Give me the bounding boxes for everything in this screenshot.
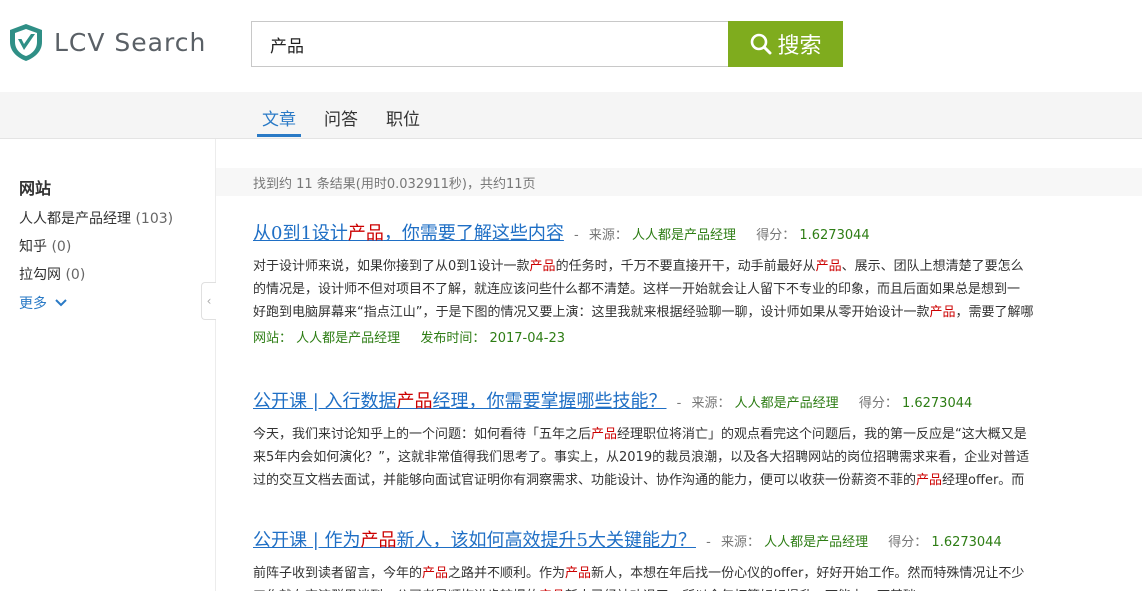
sidebar-item-zhihu[interactable]: 知乎 (0) (19, 236, 71, 256)
published-date: 2017-04-23 (489, 331, 566, 346)
sidebar-title: 网站 (19, 179, 52, 198)
stats-bar: 找到约 11 条结果(用时0.032911秒)，共约11页 (216, 168, 1142, 196)
sidebar-item-count: (103) (135, 211, 174, 227)
tab-jobs[interactable]: 职位 (386, 105, 420, 130)
chevron-left-icon: ‹ (206, 294, 212, 308)
result-footer: 网站： 人人都是产品经理 发布时间： 2017-04-23 (253, 327, 1142, 346)
score-value: 1.6273044 (901, 396, 973, 411)
sidebar-item-count: (0) (65, 267, 86, 283)
score-value: 1.6273044 (799, 228, 870, 243)
result-stats: 找到约 11 条结果(用时0.032911秒)，共约11页 (253, 177, 536, 192)
source-label: 来源： (588, 228, 628, 243)
logo-text: LCV Search (54, 27, 207, 57)
score-label: 得分： (858, 396, 898, 411)
site-label: 网站： (253, 331, 293, 346)
source-value: 人人都是产品经理 (632, 228, 737, 243)
shield-logo-icon (10, 24, 42, 61)
sidebar-item-woshipm[interactable]: 人人都是产品经理 (103) (19, 208, 173, 228)
chevron-down-icon (55, 299, 67, 307)
site-value: 人人都是产品经理 (296, 331, 401, 346)
separator: - (706, 535, 711, 550)
sidebar-item-count: (0) (51, 239, 72, 255)
result-title-link[interactable]: 从0到1设计产品，你需要了解这些内容 (253, 223, 564, 244)
score-label: 得分： (756, 228, 796, 243)
result-item: 公开课 | 作为产品新人，该如何高效提升5大关键能力？ - 来源： 人人都是产品… (253, 526, 1142, 591)
sidebar: 网站 人人都是产品经理 (103) 知乎 (0) 拉勾网 (0) 更多 (0, 139, 216, 591)
result-title-link[interactable]: 公开课 | 入行数据产品经理，你需要掌握哪些技能？ (253, 391, 667, 412)
source-label: 来源： (691, 396, 731, 411)
results-panel: 找到约 11 条结果(用时0.032911秒)，共约11页 从0到1设计产品，你… (216, 139, 1142, 591)
search-icon (751, 33, 772, 55)
sidebar-collapse-handle[interactable]: ‹ (201, 282, 216, 320)
header: LCV Search 搜索 (0, 0, 1142, 92)
source-value: 人人都是产品经理 (734, 396, 839, 411)
tabs-bar: 文章 问答 职位 (0, 92, 1142, 139)
sidebar-more-button[interactable]: 更多 (19, 293, 69, 313)
sidebar-item-label: 拉勾网 (19, 267, 61, 283)
sidebar-item-label: 知乎 (19, 239, 47, 255)
result-title-line: 公开课 | 作为产品新人，该如何高效提升5大关键能力？ - 来源： 人人都是产品… (253, 526, 1142, 552)
score-label: 得分： (888, 535, 928, 550)
result-title-line: 公开课 | 入行数据产品经理，你需要掌握哪些技能？ - 来源： 人人都是产品经理… (253, 387, 1142, 413)
search-button[interactable]: 搜索 (728, 21, 843, 67)
result-item: 公开课 | 入行数据产品经理，你需要掌握哪些技能？ - 来源： 人人都是产品经理… (253, 387, 1142, 492)
logo[interactable]: LCV Search (6, 22, 206, 62)
score-value: 1.6273044 (931, 535, 1002, 550)
sidebar-item-label: 人人都是产品经理 (19, 211, 131, 227)
separator: - (574, 228, 579, 243)
result-title-link[interactable]: 公开课 | 作为产品新人，该如何高效提升5大关键能力？ (253, 530, 696, 551)
search-button-label: 搜索 (777, 34, 822, 59)
result-title-line: 从0到1设计产品，你需要了解这些内容 - 来源： 人人都是产品经理 得分： 1.… (253, 219, 1142, 245)
search-box (251, 21, 728, 67)
result-snippet: 前阵子收到读者留言，今年的产品之路并不顺利。作为产品新人，本想在年后找一份心仪的… (253, 566, 1025, 591)
result-item: 从0到1设计产品，你需要了解这些内容 - 来源： 人人都是产品经理 得分： 1.… (253, 219, 1142, 346)
tab-articles[interactable]: 文章 (262, 105, 296, 130)
source-label: 来源： (720, 535, 760, 550)
result-snippet: 对于设计师来说，如果你接到了从0到1设计一款产品的任务时，千万不要直接开干，动手… (253, 259, 1034, 320)
sidebar-more-label: 更多 (19, 296, 47, 312)
source-value: 人人都是产品经理 (764, 535, 869, 550)
tab-questions[interactable]: 问答 (324, 105, 358, 130)
search-input[interactable] (252, 22, 728, 66)
result-snippet: 今天，我们来讨论知乎上的一个问题：如何看待「五年之后产品经理职位将消亡」的观点看… (253, 427, 1030, 488)
active-tab-indicator (257, 134, 301, 137)
published-label: 发布时间： (420, 331, 486, 346)
sidebar-item-lagou[interactable]: 拉勾网 (0) (19, 264, 85, 284)
separator: - (676, 396, 682, 411)
